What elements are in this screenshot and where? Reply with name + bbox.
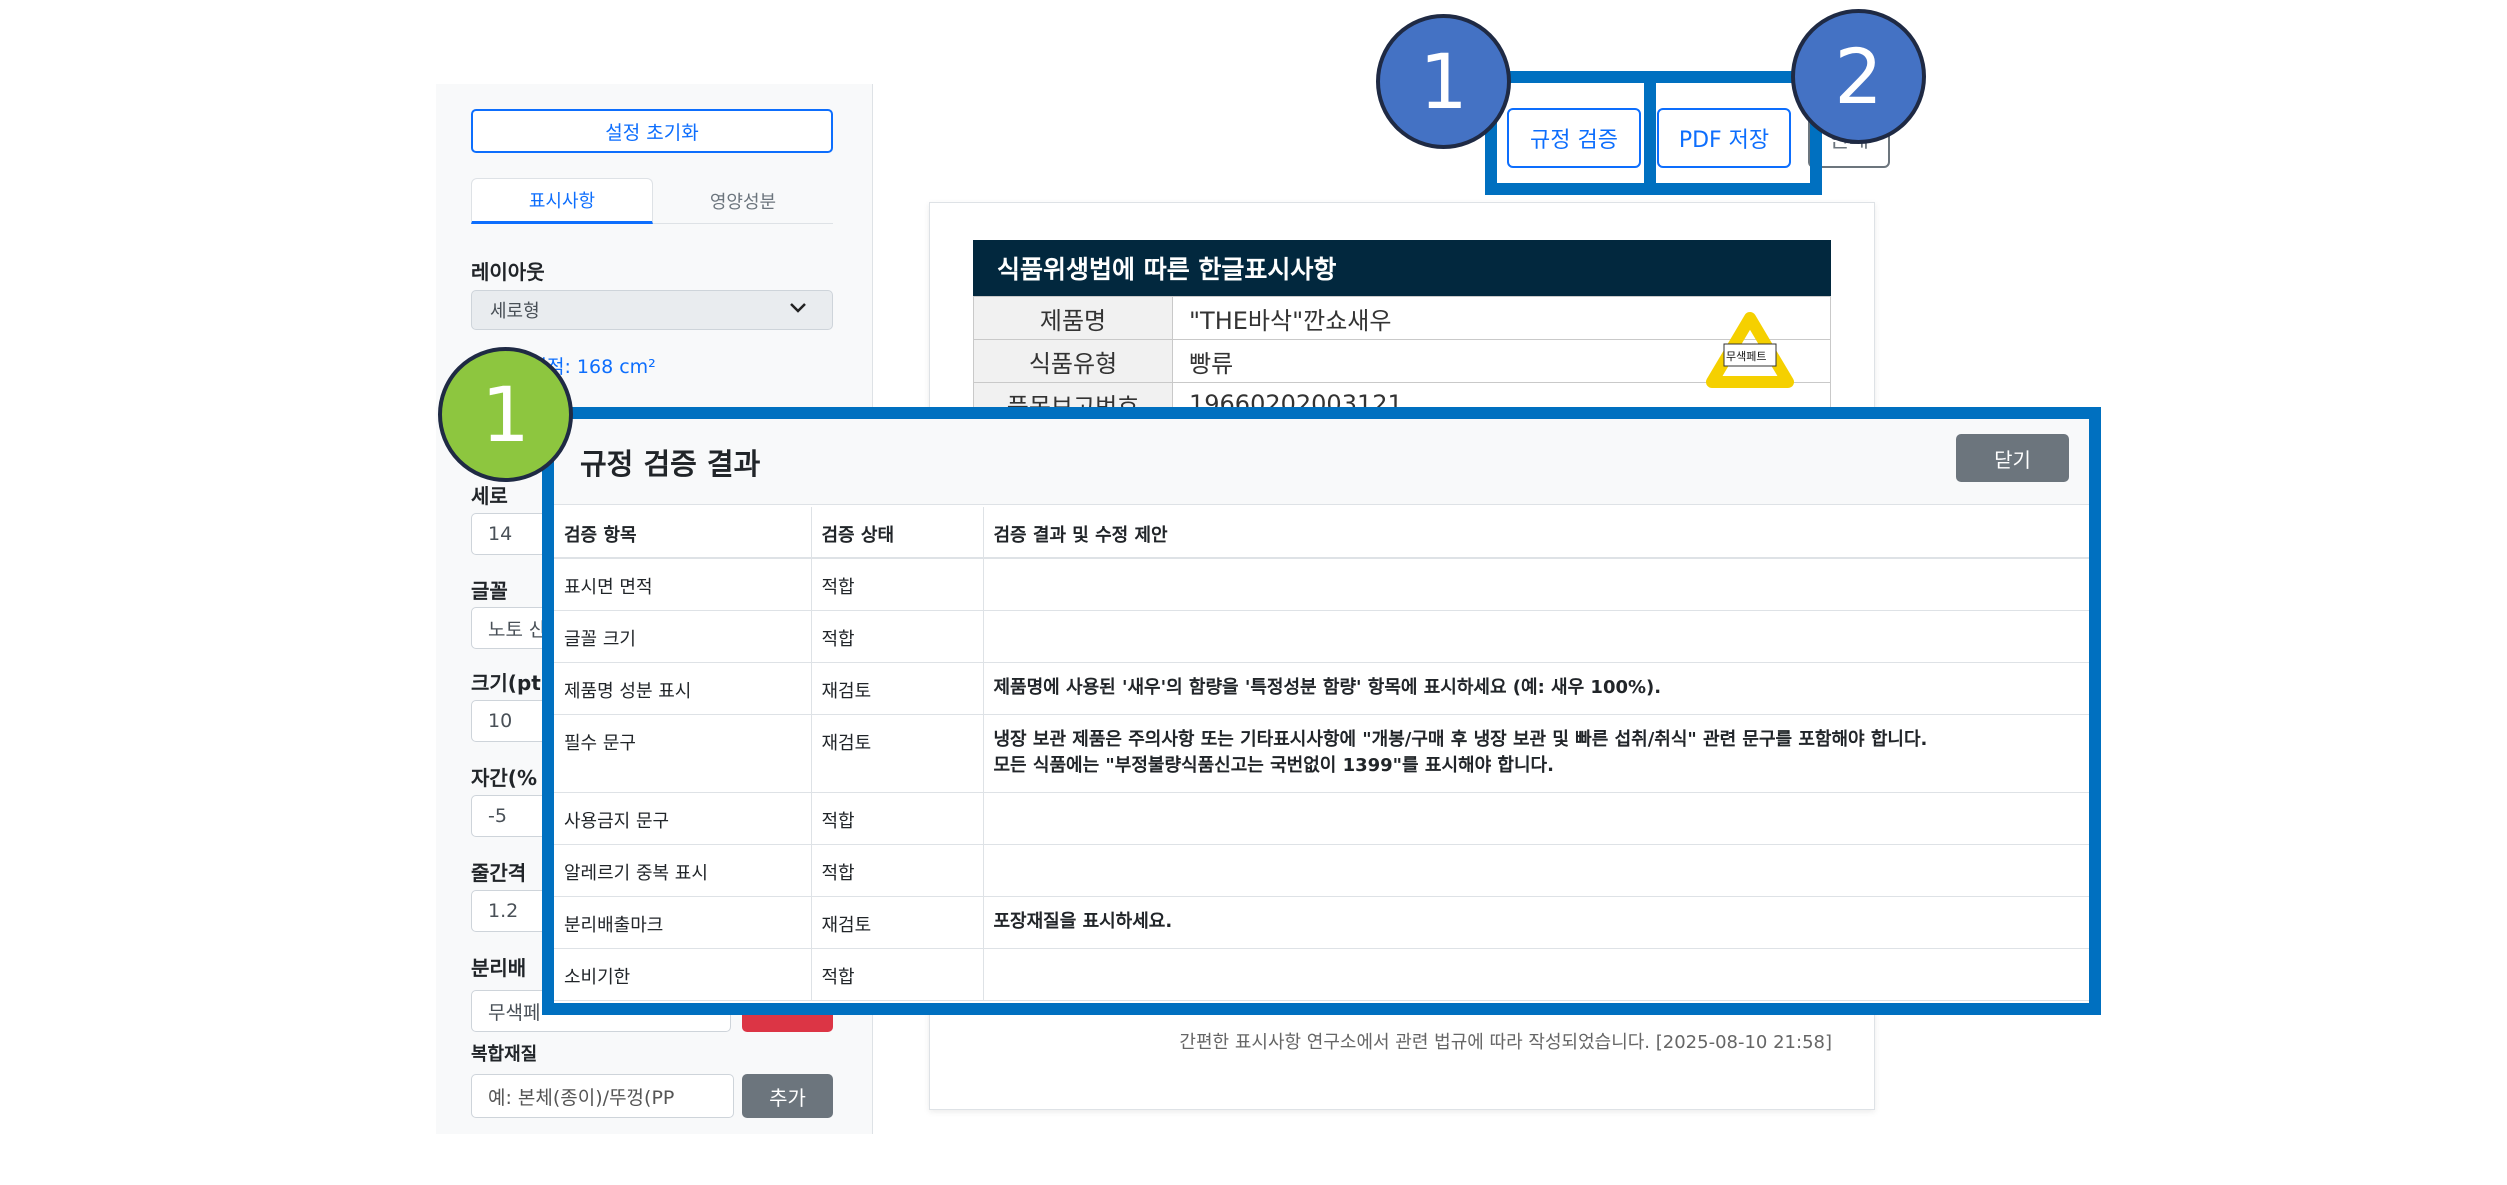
status-badge: 적합 [811, 792, 984, 845]
table-row: 제품명 성분 표시 재검토 제품명에 사용된 '새우'의 함량을 '특정성분 함… [554, 662, 2089, 715]
height-label: 세로 [471, 484, 508, 508]
column-header-item: 검증 항목 [554, 507, 812, 559]
line-spacing-label: 줄간격 [471, 861, 527, 885]
callout-green-1: 1 [438, 347, 573, 482]
table-row: 필수 문구 재검토 냉장 보관 제품은 주의사항 또는 기타표시사항에 "개봉/… [554, 714, 2089, 793]
check-result [983, 558, 2089, 611]
table-row: 사용금지 문구 적합 [554, 792, 2089, 845]
check-item: 사용금지 문구 [554, 792, 812, 845]
recycle-mark-icon: 무색페트 [1700, 312, 1800, 392]
check-item: 알레르기 중복 표시 [554, 844, 812, 897]
recycle-mark-text: 무색페트 [1726, 350, 1767, 363]
check-item: 글꼴 크기 [554, 610, 812, 663]
size-label: 크기(pt [471, 671, 541, 695]
tab-display-items[interactable]: 표시사항 [471, 178, 653, 224]
check-result-line: 모든 식품에는 "부정불량식품신고는 국번없이 1399"를 표시해야 합니다. [993, 754, 1554, 776]
column-header-result: 검증 결과 및 수정 제안 [983, 507, 2089, 559]
layout-select[interactable]: 세로형 [471, 290, 833, 330]
check-item: 소비기한 [554, 948, 812, 1001]
verification-table: 검증 항목 검증 상태 검증 결과 및 수정 제안 표시면 면적 적합 글꼴 크… [554, 507, 2089, 1001]
check-result [983, 792, 2089, 845]
status-badge: 재검토 [811, 662, 984, 715]
check-result: 제품명에 사용된 '새우'의 함량을 '특정성분 함량' 항목에 표시하세요 (… [983, 662, 2089, 715]
check-result [983, 948, 2089, 1001]
status-badge: 적합 [811, 610, 984, 663]
close-button[interactable]: 닫기 [1956, 434, 2069, 482]
label-key: 제품명 [973, 296, 1173, 340]
chevron-down-icon [787, 296, 809, 324]
check-item: 표시면 면적 [554, 558, 812, 611]
modal-title: 규정 검증 결과 [580, 447, 761, 481]
modal-header [554, 419, 2089, 505]
status-badge: 재검토 [811, 896, 984, 949]
table-row: 알레르기 중복 표시 적합 [554, 844, 2089, 897]
check-item: 필수 문구 [554, 714, 812, 793]
check-result-line: 냉장 보관 제품은 주의사항 또는 기타표시사항에 "개봉/구매 후 냉장 보관… [993, 728, 1928, 750]
check-item: 분리배출마크 [554, 896, 812, 949]
spacing-label: 자간(% [471, 766, 537, 790]
status-badge: 적합 [811, 558, 984, 611]
label-key: 식품유형 [973, 339, 1173, 383]
check-result [983, 610, 2089, 663]
tab-nutrition[interactable]: 영양성분 [653, 178, 833, 224]
table-row: 분리배출마크 재검토 포장재질을 표시하세요. [554, 896, 2089, 949]
label-footer-note: 간편한 표시사항 연구소에서 관련 법규에 따라 작성되었습니다. [2025-… [1179, 1032, 1832, 1053]
composite-label: 복합재질 [471, 1044, 538, 1065]
reset-settings-button[interactable]: 설정 초기화 [471, 109, 833, 153]
composite-input[interactable]: 예: 본체(종이)/뚜껑(PP [471, 1074, 734, 1118]
check-item: 제품명 성분 표시 [554, 662, 812, 715]
check-result: 냉장 보관 제품은 주의사항 또는 기타표시사항에 "개봉/구매 후 냉장 보관… [983, 714, 2089, 793]
callout-blue-2: 2 [1791, 9, 1926, 144]
label-header: 식품위생법에 따른 한글표시사항 [973, 240, 1831, 296]
table-row: 소비기한 적합 [554, 948, 2089, 1001]
highlight-box-verify [1485, 71, 1656, 195]
recycle-label: 분리배 [471, 956, 527, 980]
status-badge: 적합 [811, 948, 984, 1001]
layout-label: 레이아웃 [471, 260, 545, 284]
table-header-row: 검증 항목 검증 상태 검증 결과 및 수정 제안 [554, 507, 2089, 559]
status-badge: 적합 [811, 844, 984, 897]
table-row: 글꼴 크기 적합 [554, 610, 2089, 663]
add-composite-button[interactable]: 추가 [742, 1074, 833, 1118]
font-label: 글꼴 [471, 579, 508, 603]
check-result: 포장재질을 표시하세요. [983, 896, 2089, 949]
check-result [983, 844, 2089, 897]
callout-blue-1: 1 [1376, 14, 1511, 149]
status-badge: 재검토 [811, 714, 984, 793]
column-header-status: 검증 상태 [811, 507, 984, 559]
table-row: 표시면 면적 적합 [554, 558, 2089, 611]
